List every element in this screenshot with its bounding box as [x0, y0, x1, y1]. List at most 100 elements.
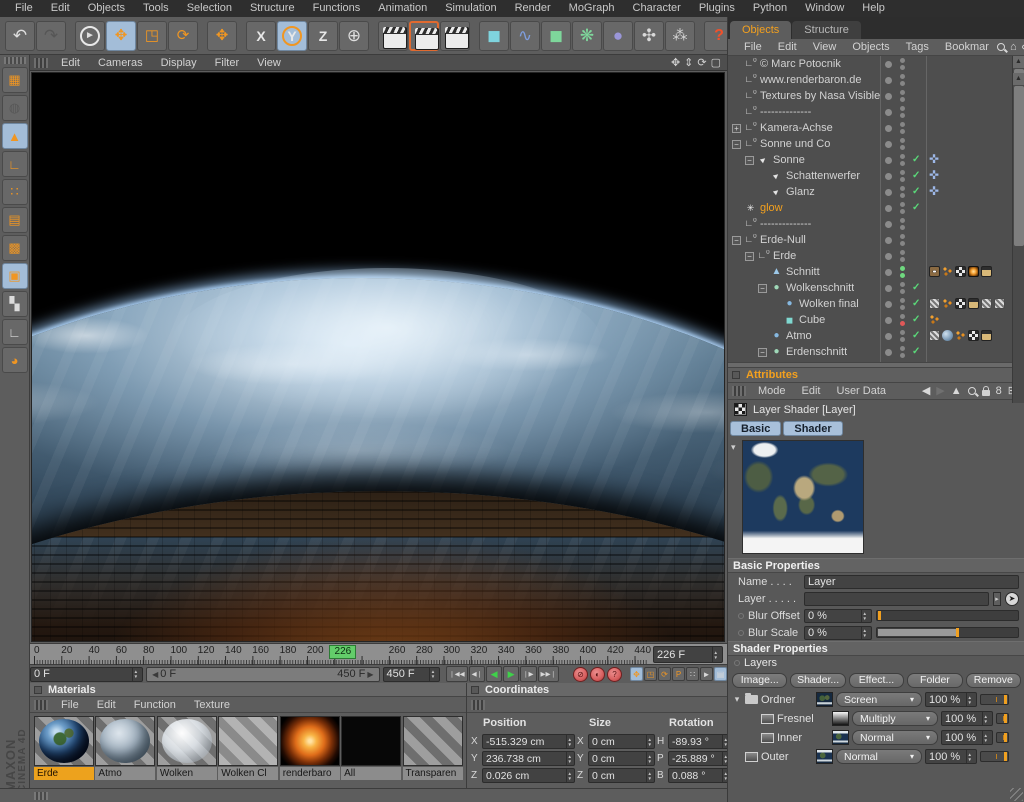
enabled-check-icon[interactable]: ✓	[912, 282, 920, 293]
menu-selection[interactable]: Selection	[178, 0, 241, 17]
layer-dot[interactable]	[885, 285, 892, 292]
redo-icon[interactable]: ↷	[36, 21, 66, 51]
opacity-stepper[interactable]	[982, 712, 989, 725]
layer-dot[interactable]	[885, 189, 892, 196]
shader-layer-outer[interactable]: OuterNormal100 %	[728, 747, 1024, 766]
menu-render[interactable]: Render	[506, 0, 560, 17]
blur-scale-slider[interactable]	[876, 627, 1019, 638]
materials-menu-function[interactable]: Function	[125, 699, 185, 711]
attributes-menu-edit[interactable]: Edit	[794, 385, 829, 397]
menu-tools[interactable]: Tools	[134, 0, 178, 17]
visibility-dots[interactable]	[900, 74, 905, 86]
tree-item-glanz[interactable]: ►Glanz✓✜	[728, 184, 1013, 200]
menu-python[interactable]: Python	[744, 0, 796, 17]
size-x-field[interactable]: 0 cm	[588, 734, 655, 749]
collapse-icon[interactable]: −	[732, 140, 741, 149]
opacity-slider[interactable]	[996, 732, 1009, 743]
viewport-menu-grip[interactable]	[34, 58, 48, 68]
snapshot-icon[interactable]: 8	[996, 385, 1002, 397]
goto-start-button[interactable]: ❘◀◀	[446, 666, 467, 682]
material-wolken[interactable]: Wolken	[157, 716, 217, 780]
workplane-icon[interactable]: ∟	[2, 319, 28, 345]
pan-view-icon[interactable]: ✥	[671, 56, 680, 70]
tab-basic[interactable]: Basic	[730, 421, 781, 436]
add-nurbs-icon[interactable]: ◼	[541, 21, 571, 51]
blur-offset-stepper[interactable]	[861, 610, 868, 622]
blend-mode-select[interactable]: Multiply	[852, 711, 938, 726]
shader-layer-inner[interactable]: InnerNormal100 %	[728, 728, 1024, 747]
visibility-dots[interactable]	[900, 154, 905, 166]
timeline-range-slider[interactable]: ◀ 0 F 450 F ▶	[146, 667, 379, 682]
stripes-tag[interactable]	[929, 298, 940, 309]
object-menu-file[interactable]: File	[736, 41, 770, 53]
layer-dot[interactable]	[885, 61, 892, 68]
parent-object-icon[interactable]: ▲	[951, 385, 962, 397]
blend-mode-select[interactable]: Normal	[836, 749, 922, 764]
visibility-dots[interactable]	[900, 266, 905, 278]
history-back-icon[interactable]: ◀	[922, 385, 930, 397]
tree-item-item[interactable]: ∟--------------	[728, 216, 1013, 232]
attributes-menu-grip[interactable]	[732, 386, 746, 396]
record-keyframe-button[interactable]: ⊘	[573, 667, 588, 682]
checker-tag[interactable]	[955, 298, 966, 309]
previous-key-button[interactable]: ◀❘	[469, 666, 485, 682]
tree-item-cube[interactable]: ◼Cube✓	[728, 312, 1013, 328]
visibility-dots[interactable]	[900, 346, 905, 358]
object-menu-bookmar[interactable]: Bookmar	[937, 41, 997, 53]
checker-tag[interactable]	[968, 330, 979, 341]
menu-functions[interactable]: Functions	[304, 0, 370, 17]
dots-tag[interactable]	[955, 330, 966, 341]
layer-dot[interactable]	[885, 349, 892, 356]
collapse-icon[interactable]: ▾	[732, 694, 742, 705]
tree-item-item[interactable]: ∟--------------	[728, 104, 1013, 120]
layer-dot[interactable]	[885, 221, 892, 228]
scroll-up-icon[interactable]: ▲	[1013, 73, 1024, 85]
visibility-dots[interactable]	[900, 170, 905, 182]
layer-dot[interactable]	[885, 125, 892, 132]
scale-tool-icon[interactable]: ◳	[137, 21, 167, 51]
range-end-field[interactable]: 450 F	[383, 667, 441, 682]
size-y-field[interactable]: 0 cm	[588, 751, 655, 766]
enabled-check-icon[interactable]: ✓	[912, 170, 920, 181]
opacity-field[interactable]: 100 %	[941, 730, 993, 745]
layer-dot[interactable]	[885, 237, 892, 244]
coord-system-icon[interactable]: ⊕	[339, 21, 369, 51]
menu-structure[interactable]: Structure	[241, 0, 304, 17]
dots-tag[interactable]	[942, 266, 953, 277]
y-lock-icon[interactable]: Y	[277, 21, 307, 51]
opacity-field[interactable]: 100 %	[925, 749, 977, 764]
tree-item-glow[interactable]: ✳glow✓	[728, 200, 1013, 216]
render-settings-icon[interactable]	[440, 21, 470, 51]
menu-help[interactable]: Help	[853, 0, 894, 17]
window-resize-grip[interactable]	[1010, 788, 1023, 801]
opacity-stepper[interactable]	[966, 693, 973, 706]
attributes-menu-mode[interactable]: Mode	[750, 385, 794, 397]
visibility-dots[interactable]	[900, 90, 905, 102]
selection-arrow-icon[interactable]: ►	[700, 667, 713, 681]
menu-simulation[interactable]: Simulation	[436, 0, 505, 17]
viewport-menu-filter[interactable]: Filter	[206, 57, 248, 69]
add-metaball-icon[interactable]: ●	[603, 21, 633, 51]
play-button[interactable]: ▶	[503, 666, 519, 682]
tree-item-sonne[interactable]: −►Sonne✓✜	[728, 152, 1013, 168]
opacity-field[interactable]: 100 %	[941, 711, 993, 726]
shader-button[interactable]: Shader...	[790, 673, 845, 688]
opacity-stepper[interactable]	[966, 750, 973, 763]
render-picture-viewer-icon[interactable]	[409, 21, 439, 51]
add-deformer-icon[interactable]: ✣	[634, 21, 664, 51]
visibility-dots[interactable]	[900, 234, 905, 246]
visibility-dots[interactable]	[900, 250, 905, 262]
zoom-view-icon[interactable]: ⇕	[684, 56, 693, 70]
clap-tag[interactable]	[968, 298, 979, 309]
name-field[interactable]: Layer	[804, 575, 1019, 589]
layer-dot[interactable]	[885, 333, 892, 340]
z-lock-icon[interactable]: Z	[308, 21, 338, 51]
blur-scale-field[interactable]: 0 %	[804, 626, 872, 640]
menu-edit[interactable]: Edit	[42, 0, 79, 17]
convert-icon[interactable]: ◍	[2, 95, 28, 121]
collapse-icon[interactable]: −	[758, 348, 767, 357]
dots-tag[interactable]	[929, 314, 940, 325]
object-menu-tags[interactable]: Tags	[898, 41, 937, 53]
key-parameter-icon[interactable]: P	[672, 667, 685, 681]
tree-item-schattenwerfer[interactable]: ►Schattenwerfer✓✜	[728, 168, 1013, 184]
